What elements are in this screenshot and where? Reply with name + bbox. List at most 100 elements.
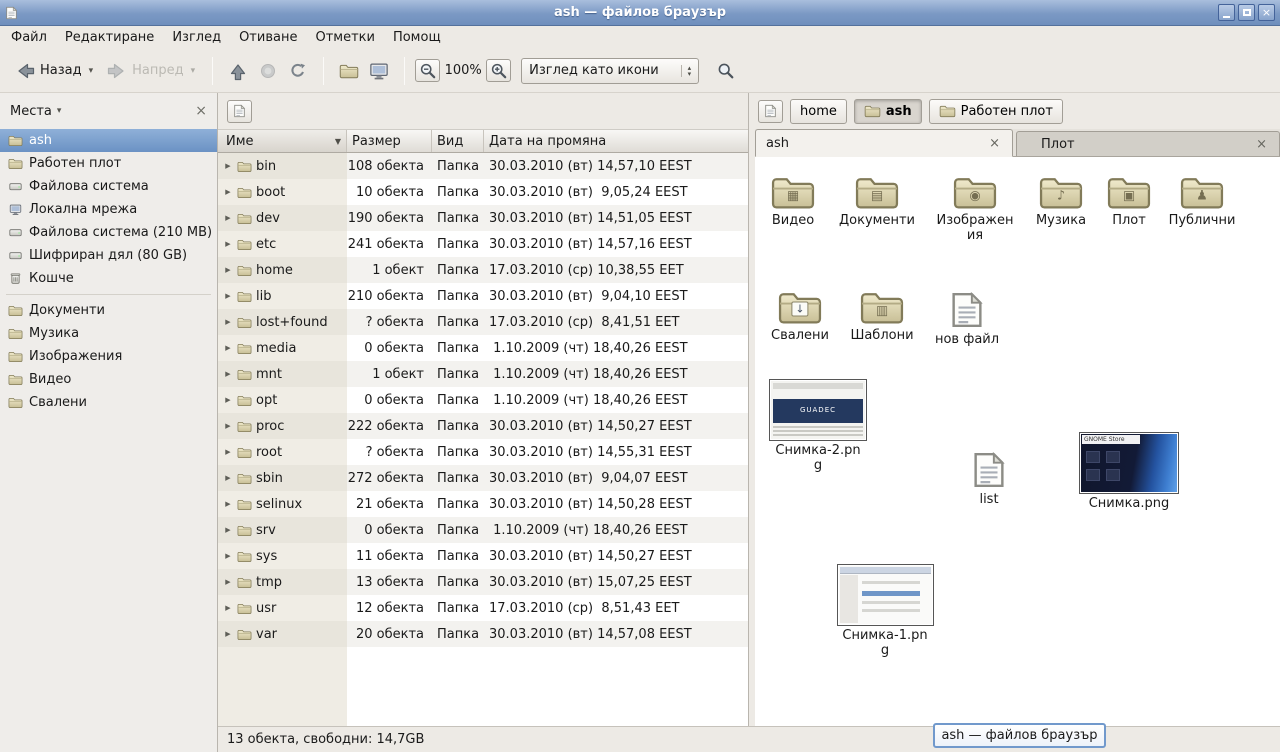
sidebar-title[interactable]: Места (10, 104, 52, 119)
icon-item-documents[interactable]: ▤Документи (839, 173, 915, 228)
icon-item-new-file[interactable]: нов файл (929, 290, 1005, 347)
expander-icon[interactable]: ▶ (223, 188, 233, 196)
icon-item-templates[interactable]: ▥Шаблони (844, 288, 920, 343)
icon-item-snimka[interactable]: GNOME StoreСнимка.png (1074, 432, 1184, 511)
expander-icon[interactable]: ▶ (223, 526, 233, 534)
icon-item-snimka-2[interactable]: GUADECСнимка-2.png (765, 379, 871, 474)
tree-row-srv[interactable]: ▶srv0 обектаПапка 1.10.2009 (чт) 18,40,2… (218, 517, 748, 543)
back-button[interactable]: Назад ▾ (8, 57, 100, 85)
zoom-out-button[interactable] (415, 59, 440, 82)
tree-row-lost+found[interactable]: ▶lost+found? обектаПапка17.03.2010 (ср) … (218, 309, 748, 335)
tree-row-mnt[interactable]: ▶mnt1 обектПапка 1.10.2009 (чт) 18,40,26… (218, 361, 748, 387)
icon-item-video[interactable]: ▦Видео (755, 173, 831, 228)
maximize-button[interactable] (1238, 4, 1255, 21)
expander-icon[interactable]: ▶ (223, 292, 233, 300)
expander-icon[interactable]: ▶ (223, 448, 233, 456)
tab-ash[interactable]: ash × (755, 129, 1013, 157)
expander-icon[interactable]: ▶ (223, 396, 233, 404)
sidebar-item-video[interactable]: Видео (0, 368, 217, 391)
menu-item-help[interactable]: Помощ (384, 28, 450, 47)
tree-row-var[interactable]: ▶var20 обектаПапка30.03.2010 (вт) 14,57,… (218, 621, 748, 647)
menu-item-file[interactable]: Файл (2, 28, 56, 47)
close-button[interactable]: × (1258, 4, 1275, 21)
minimize-button[interactable] (1218, 4, 1235, 21)
tree-row-selinux[interactable]: ▶selinux21 обектаПапка30.03.2010 (вт) 14… (218, 491, 748, 517)
computer-button[interactable] (364, 56, 394, 86)
sidebar-item-local-network[interactable]: Локална мрежа (0, 198, 217, 221)
tree-row-proc[interactable]: ▶proc222 обектаПапка30.03.2010 (вт) 14,5… (218, 413, 748, 439)
tree-row-sys[interactable]: ▶sys11 обектаПапка30.03.2010 (вт) 14,50,… (218, 543, 748, 569)
tree-row-lib[interactable]: ▶lib210 обектаПапка30.03.2010 (вт) 9,04,… (218, 283, 748, 309)
tree-row-etc[interactable]: ▶etc241 обектаПапка30.03.2010 (вт) 14,57… (218, 231, 748, 257)
tree-row-bin[interactable]: ▶bin108 обектаПапка30.03.2010 (вт) 14,57… (218, 153, 748, 179)
sidebar-item-documents[interactable]: Документи (0, 299, 217, 322)
expander-icon[interactable]: ▶ (223, 578, 233, 586)
view-mode-select[interactable]: Изглед като икони ▴▾ (521, 58, 699, 84)
forward-button[interactable]: Напред ▾ (100, 57, 202, 85)
stop-button[interactable] (253, 56, 283, 86)
sidebar-item-filesystem[interactable]: Файлова система (0, 175, 217, 198)
sidebar-close-icon[interactable]: × (195, 103, 207, 119)
tree-row-opt[interactable]: ▶opt0 обектаПапка 1.10.2009 (чт) 18,40,2… (218, 387, 748, 413)
tab-plot[interactable]: Плот × (1016, 131, 1280, 156)
menu-item-edit[interactable]: Редактиране (56, 28, 163, 47)
sidebar-item-pictures[interactable]: Изображения (0, 345, 217, 368)
expander-icon[interactable]: ▶ (223, 474, 233, 482)
expander-icon[interactable]: ▶ (223, 552, 233, 560)
menu-item-bookmarks[interactable]: Отметки (306, 28, 383, 47)
taskbar-window-button[interactable]: ash — файлов браузър (933, 723, 1106, 748)
icon-item-list[interactable]: list (951, 450, 1027, 507)
icon-item-public[interactable]: ♟Публични (1164, 173, 1240, 228)
sidebar-item-trash[interactable]: Кошче (0, 267, 217, 290)
pane-location-button[interactable] (227, 100, 252, 123)
tree-row-usr[interactable]: ▶usr12 обектаПапка17.03.2010 (ср) 8,51,4… (218, 595, 748, 621)
icon-item-snimka-1[interactable]: Снимка-1.png (831, 564, 939, 659)
tree-row-boot[interactable]: ▶boot10 обектаПапка30.03.2010 (вт) 9,05,… (218, 179, 748, 205)
up-button[interactable] (223, 56, 253, 86)
menu-item-view[interactable]: Изглед (163, 28, 230, 47)
back-dropdown-icon[interactable]: ▾ (89, 66, 94, 76)
expander-icon[interactable]: ▶ (223, 500, 233, 508)
home-button[interactable] (334, 56, 364, 86)
path-button-ash[interactable]: ash (854, 99, 922, 124)
tree-row-sbin[interactable]: ▶sbin272 обектаПапка30.03.2010 (вт) 9,04… (218, 465, 748, 491)
expander-icon[interactable]: ▶ (223, 604, 233, 612)
tab-close-icon[interactable]: × (1254, 137, 1269, 152)
expander-icon[interactable]: ▶ (223, 318, 233, 326)
expander-icon[interactable]: ▶ (223, 162, 233, 170)
search-button[interactable] (711, 56, 741, 86)
sidebar-item-filesystem-210mb[interactable]: Файлова система (210 MB) (0, 221, 217, 244)
sidebar-item-ash[interactable]: ash (0, 129, 217, 152)
expander-icon[interactable]: ▶ (223, 630, 233, 638)
sidebar-item-downloads[interactable]: Свалени (0, 391, 217, 414)
column-header-name[interactable]: Име ▼ (218, 130, 347, 152)
expander-icon[interactable]: ▶ (223, 266, 233, 274)
zoom-in-button[interactable] (486, 59, 511, 82)
column-header-type[interactable]: Вид (432, 130, 484, 152)
expander-icon[interactable]: ▶ (223, 240, 233, 248)
icon-item-downloads[interactable]: ↓Свалени (762, 288, 838, 343)
path-button-desktop[interactable]: Работен плот (929, 99, 1063, 124)
menu-item-go[interactable]: Отиване (230, 28, 306, 47)
sidebar-item-encrypted-80gb[interactable]: Шифриран дял (80 GB) (0, 244, 217, 267)
expander-icon[interactable]: ▶ (223, 214, 233, 222)
icon-item-pictures[interactable]: ◉Изображения (933, 173, 1017, 244)
edit-location-button[interactable] (758, 100, 783, 123)
sidebar-item-music[interactable]: Музика (0, 322, 217, 345)
tree-row-media[interactable]: ▶media0 обектаПапка 1.10.2009 (чт) 18,40… (218, 335, 748, 361)
expander-icon[interactable]: ▶ (223, 370, 233, 378)
sidebar-caret-icon[interactable]: ▾ (57, 106, 62, 116)
tree-row-dev[interactable]: ▶dev190 обектаПапка30.03.2010 (вт) 14,51… (218, 205, 748, 231)
reload-button[interactable] (283, 56, 313, 86)
icon-item-desktop-folder[interactable]: ▣Плот (1091, 173, 1167, 228)
tab-close-icon[interactable]: × (987, 136, 1002, 151)
tree-row-home[interactable]: ▶home1 обектПапка17.03.2010 (ср) 10,38,5… (218, 257, 748, 283)
tree-row-root[interactable]: ▶root? обектаПапка30.03.2010 (вт) 14,55,… (218, 439, 748, 465)
tree-row-tmp[interactable]: ▶tmp13 обектаПапка30.03.2010 (вт) 15,07,… (218, 569, 748, 595)
expander-icon[interactable]: ▶ (223, 344, 233, 352)
sidebar-item-desktop[interactable]: Работен плот (0, 152, 217, 175)
column-header-date[interactable]: Дата на промяна (484, 130, 748, 152)
path-button-home[interactable]: home (790, 99, 847, 124)
column-header-size[interactable]: Размер (347, 130, 432, 152)
expander-icon[interactable]: ▶ (223, 422, 233, 430)
